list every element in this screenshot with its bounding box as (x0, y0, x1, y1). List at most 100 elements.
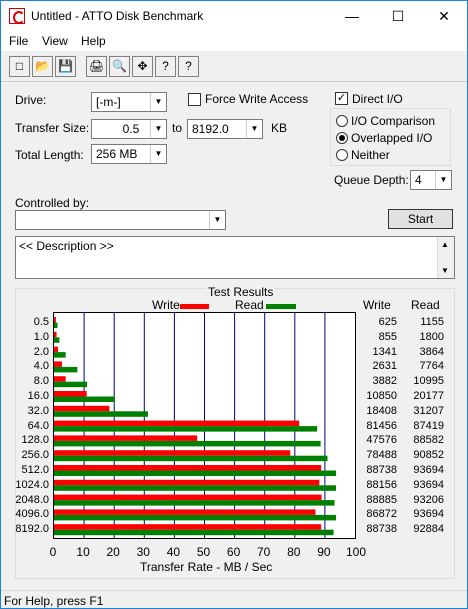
context-help-icon[interactable]: ? (178, 56, 199, 77)
save-icon[interactable]: 💾 (55, 56, 76, 77)
queue-depth-label: Queue Depth: (334, 173, 409, 187)
about-icon[interactable]: ? (155, 56, 176, 77)
read-value: 7764 (419, 360, 444, 373)
write-bar (54, 361, 62, 367)
chevron-down-icon: ▼ (435, 171, 451, 189)
read-value: 20177 (413, 390, 444, 402)
write-value: 3882 (372, 375, 397, 388)
read-bar (54, 337, 60, 343)
write-bar (54, 391, 87, 397)
category-label: 128.0 (21, 434, 49, 447)
write-value: 1341 (372, 345, 397, 358)
read-value: 1800 (419, 330, 444, 343)
write-value: 2631 (372, 360, 397, 373)
write-bar (54, 465, 322, 471)
read-value: 88582 (413, 434, 444, 447)
read-value: 92884 (413, 523, 444, 536)
write-value: 47576 (366, 434, 397, 447)
read-value: 93694 (413, 508, 444, 521)
drive-select[interactable]: [-m-] ▼ (91, 92, 167, 112)
category-label: 4096.0 (15, 508, 49, 521)
chevron-down-icon: ▼ (246, 120, 262, 138)
x-tick-label: 60 (226, 545, 241, 559)
category-label: 16.0 (27, 390, 49, 402)
read-value: 1155 (420, 316, 444, 328)
description-text: << Description >> (19, 239, 114, 253)
category-label: 8192.0 (15, 523, 49, 536)
write-bar (54, 420, 300, 427)
write-value: 625 (378, 316, 397, 328)
read-bar (54, 514, 337, 521)
neither-radio[interactable] (336, 149, 348, 161)
x-tick-label: 100 (346, 545, 367, 559)
read-value: 93694 (413, 478, 444, 491)
write-bar (54, 376, 66, 382)
read-column-header: Read (411, 298, 440, 312)
write-value: 18408 (366, 404, 397, 417)
open-icon[interactable]: 📂 (32, 56, 53, 77)
category-label: 4.0 (33, 360, 49, 373)
read-bar (54, 485, 337, 491)
description-field[interactable]: << Description >> ▲ ▼ (15, 236, 455, 279)
read-value: 10995 (413, 375, 444, 388)
category-label: 2048.0 (15, 493, 49, 506)
bar-chart-svg (54, 313, 337, 538)
category-label: 512.0 (21, 464, 49, 476)
write-bar (54, 509, 316, 515)
direct-io-label: Direct I/O (352, 92, 403, 106)
kb-label: KB (271, 121, 288, 135)
title-bar: Untitled - ATTO Disk Benchmark — ☐ ✕ (1, 1, 467, 31)
chevron-down-icon: ▼ (209, 211, 225, 229)
queue-depth-select[interactable]: 4 ▼ (410, 170, 452, 190)
legend-write-label: Write (152, 298, 180, 312)
total-length-select[interactable]: 256 MB ▼ (91, 144, 167, 164)
category-label: 1.0 (33, 330, 49, 343)
description-scrollbar[interactable]: ▲ ▼ (437, 237, 454, 278)
read-value: 3864 (419, 345, 444, 358)
read-bar (54, 500, 335, 506)
category-label: 8.0 (33, 375, 49, 388)
close-button[interactable]: ✕ (421, 1, 467, 31)
category-label: 1024.0 (15, 478, 49, 491)
maximize-button[interactable]: ☐ (375, 1, 421, 31)
write-bar (54, 317, 56, 323)
read-bar (54, 470, 337, 476)
write-bar (54, 524, 322, 530)
bar-chart (53, 312, 356, 539)
read-value: 31207 (413, 404, 444, 417)
controlled-by-label: Controlled by: (15, 196, 90, 210)
chevron-down-icon: ▼ (150, 120, 166, 138)
neither-label: Neither (351, 148, 390, 162)
io-comparison-label: I/O Comparison (351, 114, 436, 128)
direct-io-checkbox[interactable]: ✓ (335, 92, 348, 105)
menu-view[interactable]: View (42, 34, 68, 48)
force-write-checkbox[interactable] (188, 93, 201, 106)
read-bar (54, 396, 115, 402)
controlled-by-select[interactable]: ▼ (15, 210, 226, 230)
read-bar (54, 366, 78, 373)
write-bar (54, 331, 57, 338)
print-preview-icon[interactable]: 🔍 (109, 56, 130, 77)
menu-bar: File View Help (1, 31, 467, 51)
read-bar (54, 381, 88, 388)
category-label: 64.0 (27, 419, 49, 432)
overlapped-io-radio[interactable] (336, 132, 348, 144)
write-bar (54, 494, 322, 501)
chevron-down-icon: ▼ (150, 145, 166, 163)
window-title: Untitled - ATTO Disk Benchmark (31, 9, 204, 23)
status-bar: For Help, press F1 (1, 590, 467, 609)
print-icon[interactable]: 🖨 (86, 56, 107, 77)
io-comparison-radio[interactable] (336, 115, 348, 127)
new-icon[interactable]: □ (9, 56, 30, 77)
x-tick-label: 0 (49, 545, 57, 559)
transfer-to-select[interactable]: 8192.0 ▼ (187, 119, 263, 139)
menu-file[interactable]: File (9, 34, 28, 48)
menu-help[interactable]: Help (81, 34, 106, 48)
start-button[interactable]: Start (388, 209, 453, 229)
move-icon[interactable]: ✥ (132, 56, 153, 77)
transfer-from-select[interactable]: 0.5 ▼ (91, 119, 167, 139)
x-tick-label: 90 (317, 545, 331, 559)
minimize-button[interactable]: — (329, 1, 375, 31)
force-write-label: Force Write Access (205, 92, 309, 106)
x-tick-label: 40 (166, 545, 181, 559)
